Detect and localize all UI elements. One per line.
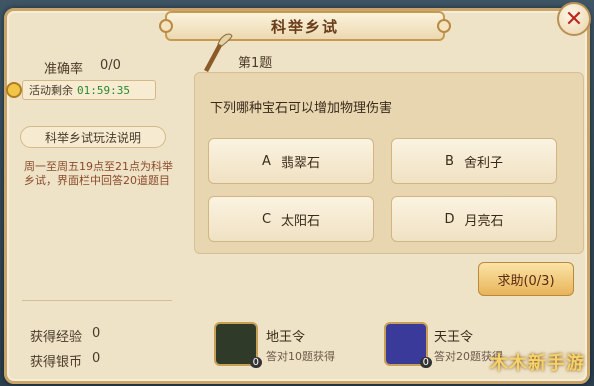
option-letter: B bbox=[445, 153, 454, 169]
rules-text: 周一至周五19点至21点为科举乡试，界面栏中回答20道题目 bbox=[24, 160, 173, 187]
silver-value: 0 bbox=[92, 351, 101, 366]
reward-name: 天王令 bbox=[434, 330, 474, 345]
option-b-button[interactable]: B 舍利子 bbox=[391, 138, 557, 184]
option-d-button[interactable]: D 月亮石 bbox=[391, 196, 557, 242]
option-a-button[interactable]: A 翡翠石 bbox=[208, 138, 374, 184]
rules-title: 科举乡试玩法说明 bbox=[20, 126, 166, 148]
option-letter: C bbox=[261, 211, 272, 227]
option-text: 太阳石 bbox=[281, 213, 321, 229]
option-letter: D bbox=[444, 211, 455, 227]
option-text: 翡翠石 bbox=[280, 155, 320, 171]
question-text: 下列哪种宝石可以增加物理伤害 bbox=[210, 101, 393, 116]
window-title: 科举乡试 bbox=[270, 17, 339, 36]
exp-label: 获得经验 bbox=[30, 330, 83, 345]
earth-token-icon: 0 bbox=[214, 322, 262, 368]
silver-label: 获得银币 bbox=[30, 355, 83, 370]
question-number: 第1题 bbox=[238, 56, 273, 71]
accuracy-label: 准确率 bbox=[44, 62, 84, 77]
option-letter: A bbox=[262, 153, 271, 169]
ornament-icon bbox=[159, 19, 173, 33]
ornament-icon bbox=[437, 19, 451, 33]
time-label: 活动剩余 bbox=[29, 84, 73, 97]
game-screen: { "window": { "title": "科举乡试" }, "stats"… bbox=[0, 0, 594, 386]
help-button[interactable]: 求助(0/3) bbox=[478, 262, 574, 296]
close-icon: ✕ bbox=[564, 6, 584, 32]
brush-icon bbox=[204, 33, 233, 72]
option-c-button[interactable]: C 太阳石 bbox=[208, 196, 374, 242]
option-text: 月亮石 bbox=[464, 213, 504, 229]
reward-desc: 答对10题获得 bbox=[266, 350, 335, 363]
heaven-token-icon: 0 bbox=[384, 322, 432, 368]
watermark: 木木新手游 bbox=[490, 353, 585, 374]
divider bbox=[22, 300, 172, 301]
time-value: 01:59:35 bbox=[77, 83, 130, 97]
reward-count: 0 bbox=[419, 357, 432, 368]
reward-count: 0 bbox=[249, 357, 262, 368]
accuracy-value: 0/0 bbox=[100, 58, 121, 73]
clock-icon bbox=[6, 82, 22, 98]
option-text: 舍利子 bbox=[463, 155, 503, 171]
reward-name: 地王令 bbox=[266, 330, 306, 345]
time-remaining: 活动剩余 01:59:35 bbox=[22, 80, 156, 100]
exp-value: 0 bbox=[92, 326, 101, 341]
close-button[interactable]: ✕ bbox=[557, 2, 591, 36]
